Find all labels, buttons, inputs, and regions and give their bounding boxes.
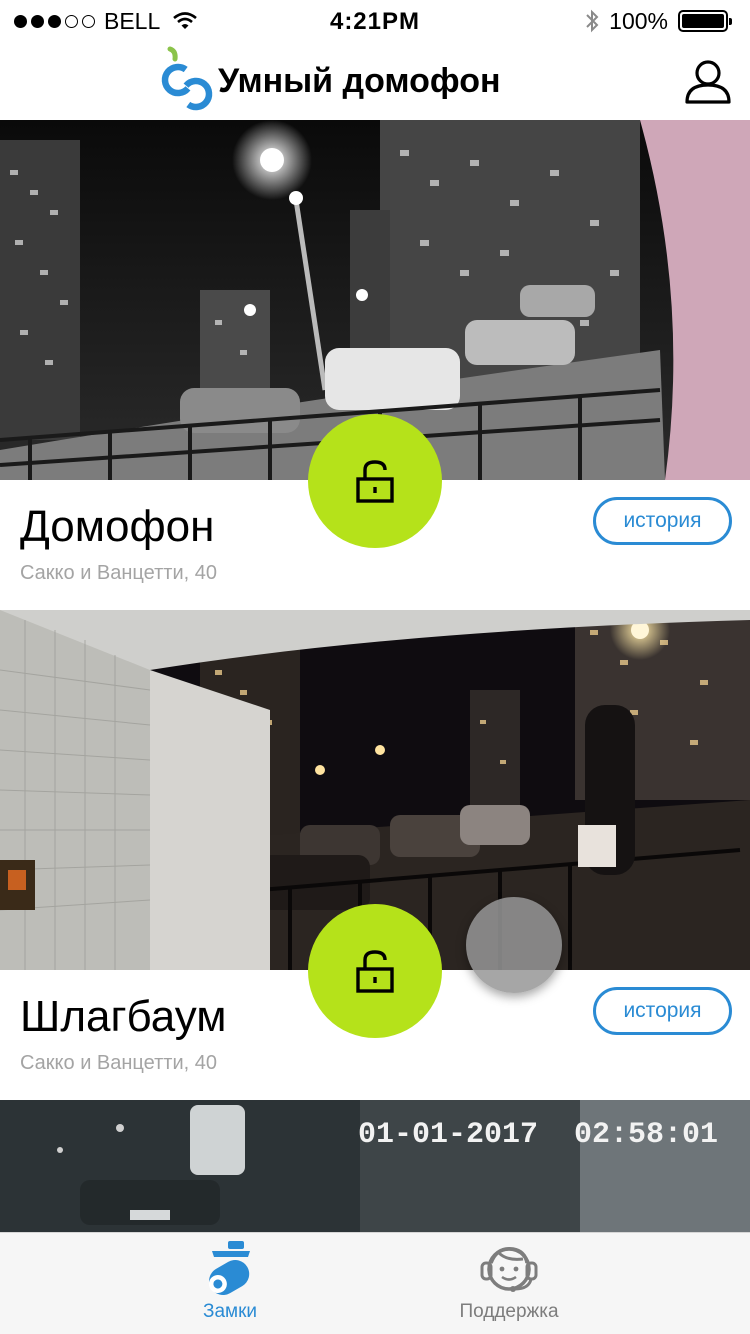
tab-bar: Замки Поддержка [0, 1232, 750, 1334]
support-agent-icon [480, 1247, 538, 1292]
tab-locks[interactable]: Замки [120, 1233, 340, 1334]
app-header: Умный домофон [0, 40, 750, 120]
battery-percent: 100% [609, 7, 668, 34]
camera-info: Шлагбаум Сакко и Ванцетти, 40 история [0, 904, 750, 1100]
status-bar: BELL 4:21PM 100% [0, 0, 750, 40]
camera-name: Шлагбаум [20, 992, 227, 1041]
unlocked-lock-icon [356, 460, 394, 503]
camera-card: Шлагбаум Сакко и Ванцетти, 40 история [0, 610, 750, 1100]
camera-card: Домофон Сакко и Ванцетти, 40 история [0, 120, 750, 610]
app-logo [161, 46, 213, 111]
battery-icon [678, 10, 732, 32]
camera-address: Сакко и Ванцетти, 40 [20, 562, 217, 584]
unlocked-lock-icon [356, 950, 394, 993]
camera-address: Сакко и Ванцетти, 40 [20, 1052, 217, 1074]
tab-support-label: Поддержка [459, 1301, 559, 1322]
unlock-button[interactable] [308, 904, 442, 1038]
app-title: Умный домофон [218, 62, 501, 100]
history-button[interactable]: история [593, 497, 732, 545]
unlock-button[interactable] [308, 414, 442, 548]
camera-feed-list: Домофон Сакко и Ванцетти, 40 история Шла… [0, 120, 750, 1232]
camera-icon [208, 1241, 250, 1295]
tab-support[interactable]: Поддержка [399, 1233, 619, 1334]
bluetooth-icon [586, 9, 599, 33]
status-bar-right: 100% [585, 7, 732, 34]
camera-snapshot[interactable]: 01-01-2017 02:58:01 [0, 1100, 750, 1232]
camera-info: Домофон Сакко и Ванцетти, 40 история [0, 414, 750, 610]
history-button[interactable]: история [593, 987, 732, 1035]
touch-indicator [466, 897, 562, 993]
tab-locks-label: Замки [202, 1301, 258, 1322]
camera-card: 01-01-2017 02:58:01 [0, 1100, 750, 1232]
camera-name: Домофон [20, 502, 215, 551]
camera-timestamp: 01-01-2017 02:58:01 [358, 1118, 718, 1152]
camera-snapshot-image: 01-01-2017 02:58:01 [0, 1100, 750, 1232]
profile-icon[interactable] [684, 58, 732, 104]
